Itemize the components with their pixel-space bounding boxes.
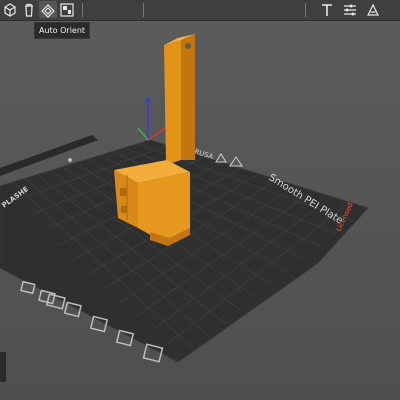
tooltip: Auto Orient [34, 22, 91, 39]
arrange-icon[interactable] [58, 1, 76, 18]
emboss-icon[interactable] [364, 1, 382, 18]
top-toolbar [0, 0, 400, 21]
left-panel-edge [0, 352, 6, 382]
toolbar-separator [143, 3, 144, 17]
delete-icon[interactable] [20, 1, 38, 18]
variable-layer-height-icon[interactable] [341, 1, 359, 18]
add-cube-icon[interactable] [1, 1, 19, 18]
3d-viewport[interactable]: Smooth PEI Plate PRUSA Licensed PLASHE [0, 0, 400, 400]
auto-orient-icon[interactable] [39, 1, 57, 18]
text-tool-icon[interactable] [318, 1, 336, 18]
toolbar-separator [305, 3, 306, 17]
origin-marker [68, 158, 72, 162]
toolbar-separator [82, 3, 83, 17]
arm-hole [185, 43, 191, 49]
